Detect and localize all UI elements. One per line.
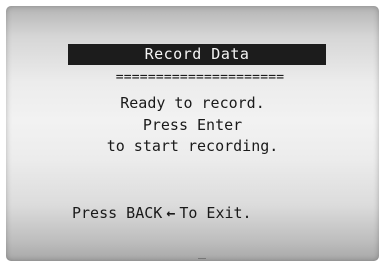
screen-bottom-tick <box>198 258 206 259</box>
page-title: Record Data <box>68 44 326 65</box>
left-arrow-icon: ← <box>166 204 176 222</box>
scan-tool-screen: Record Data ===================== Ready … <box>6 6 379 261</box>
instruction-line-start: to start recording. <box>106 137 279 155</box>
back-to-exit-hint: Press BACK ← To Exit. <box>72 204 252 222</box>
instruction-line-enter: Press Enter <box>142 116 243 134</box>
footer-suffix: To Exit. <box>179 204 252 222</box>
title-separator: ===================== <box>115 70 285 85</box>
status-message-line-1: Ready to record. <box>120 94 265 112</box>
footer-prefix: Press BACK <box>72 204 163 222</box>
